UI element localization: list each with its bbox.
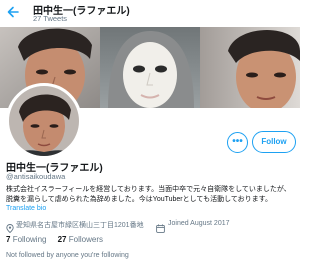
back-button[interactable] <box>6 5 20 19</box>
follow-button[interactable]: Follow <box>252 131 296 153</box>
following-count: 7 <box>6 235 11 244</box>
followers-label: Followers <box>68 235 103 244</box>
followers-count: 27 <box>57 235 67 244</box>
not-followed-note: Not followed by anyone you're following <box>6 252 129 259</box>
more-options-button[interactable]: ••• <box>227 132 248 153</box>
following-label: Following <box>12 235 47 244</box>
tweet-count: 27 Tweets <box>33 14 68 23</box>
profile-location: 愛知県名古屋市緑区横山三丁目1201番地 <box>16 222 144 229</box>
profile-avatar[interactable] <box>6 83 82 159</box>
followers-link[interactable]: 27 Followers <box>58 235 103 244</box>
profile-bio-line-2: 脱糞を漏らして虐められた為辞めました。今はYouTuberとしても活動しておりま… <box>6 196 272 203</box>
profile-stats: 7 Following 27 Followers <box>6 235 103 247</box>
location-pin-icon <box>6 220 14 234</box>
profile-page: 田中生一(ラファエル) 27 Tweets ••• Follow 田中生一(ラフ… <box>0 0 300 271</box>
arrow-left-icon <box>7 6 19 18</box>
profile-bio-line-1: 株式会社イスラーフィールを経営しております。当面中卒で元々自衛隊をしていましたが… <box>6 186 291 193</box>
following-link[interactable]: 7 Following <box>6 235 46 244</box>
profile-join-date: Joined August 2017 <box>168 220 230 227</box>
profile-handle: @antisaikoudawa <box>6 172 66 181</box>
translate-bio-link[interactable]: Translate bio <box>6 205 46 212</box>
top-bar: 田中生一(ラファエル) 27 Tweets <box>0 0 300 27</box>
calendar-icon <box>156 220 165 233</box>
